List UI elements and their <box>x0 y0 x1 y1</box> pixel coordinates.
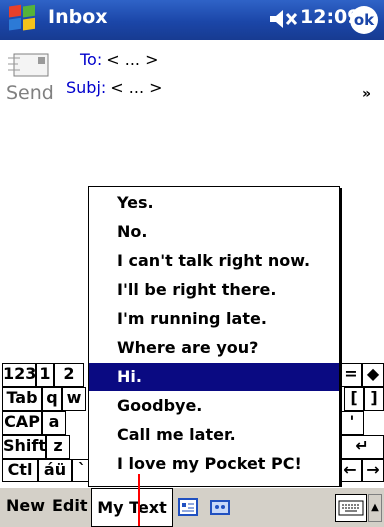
key-equals[interactable]: = <box>340 363 362 387</box>
recorder-icon[interactable] <box>210 497 230 517</box>
to-field[interactable]: To: < ... > <box>80 50 158 69</box>
key-q[interactable]: q <box>42 387 62 411</box>
windows-start-icon[interactable] <box>5 3 39 37</box>
new-menu[interactable]: New <box>6 496 45 515</box>
input-selector-arrow-icon[interactable]: ▲ <box>368 494 382 522</box>
key-shift[interactable]: Shift <box>2 435 46 459</box>
tap-indicator <box>138 474 140 526</box>
my-text-item-cant-talk[interactable]: I can't talk right now. <box>89 247 339 275</box>
to-value[interactable]: < ... > <box>106 50 158 69</box>
my-text-item-be-there[interactable]: I'll be right there. <box>89 276 339 304</box>
my-text-item-no[interactable]: No. <box>89 218 339 246</box>
my-text-item-love-ppc[interactable]: I love my Pocket PC! <box>89 450 339 478</box>
key-tab[interactable]: Tab <box>2 387 42 411</box>
contacts-card-icon[interactable] <box>178 497 198 517</box>
keyboard-input-icon[interactable] <box>335 494 367 522</box>
my-text-item-hi[interactable]: Hi. <box>89 363 339 391</box>
subject-label: Subj: <box>66 78 107 97</box>
my-text-item-where[interactable]: Where are you? <box>89 334 339 362</box>
key-backspace[interactable]: ◆ <box>362 363 384 387</box>
key-right-bracket[interactable]: ] <box>364 387 384 411</box>
my-text-menu[interactable]: My Text <box>91 488 173 527</box>
edit-menu[interactable]: Edit <box>52 496 88 515</box>
key-enter[interactable]: ↵ <box>340 435 384 459</box>
title-bar: Inbox 12:09 ok <box>0 0 384 40</box>
window-title: Inbox <box>48 6 108 28</box>
subject-value[interactable]: < ... > <box>110 78 162 97</box>
key-w[interactable]: w <box>62 387 86 411</box>
key-2[interactable]: 2 <box>54 363 84 387</box>
speaker-muted-icon[interactable] <box>268 8 298 30</box>
my-text-item-goodbye[interactable]: Goodbye. <box>89 392 339 420</box>
my-text-item-call-later[interactable]: Call me later. <box>89 421 339 449</box>
key-left-bracket[interactable]: [ <box>344 387 364 411</box>
send-button[interactable]: Send <box>6 82 54 104</box>
ok-button[interactable]: ok <box>350 6 378 34</box>
envelope-icon[interactable] <box>8 48 52 80</box>
key-1[interactable]: 1 <box>36 363 54 387</box>
key-caps[interactable]: CAP <box>2 411 42 435</box>
key-intl[interactable]: áü <box>38 459 72 482</box>
key-z[interactable]: z <box>46 435 70 459</box>
to-label: To: <box>80 50 103 69</box>
key-quote[interactable]: ' <box>340 411 364 435</box>
key-right-arrow[interactable]: → <box>362 459 384 482</box>
menu-bar: New Edit My Text ▲ <box>0 487 384 527</box>
subject-field[interactable]: Subj: < ... > <box>66 78 163 97</box>
key-left-arrow[interactable]: ← <box>338 459 362 482</box>
my-text-item-late[interactable]: I'm running late. <box>89 305 339 333</box>
my-text-popup-menu: Yes. No. I can't talk right now. I'll be… <box>88 186 340 487</box>
my-text-item-yes[interactable]: Yes. <box>89 189 339 217</box>
key-123[interactable]: 123 <box>2 363 36 387</box>
expand-header-icon[interactable]: » <box>362 86 371 102</box>
key-ctl[interactable]: Ctl <box>2 459 38 482</box>
key-a[interactable]: a <box>42 411 66 435</box>
